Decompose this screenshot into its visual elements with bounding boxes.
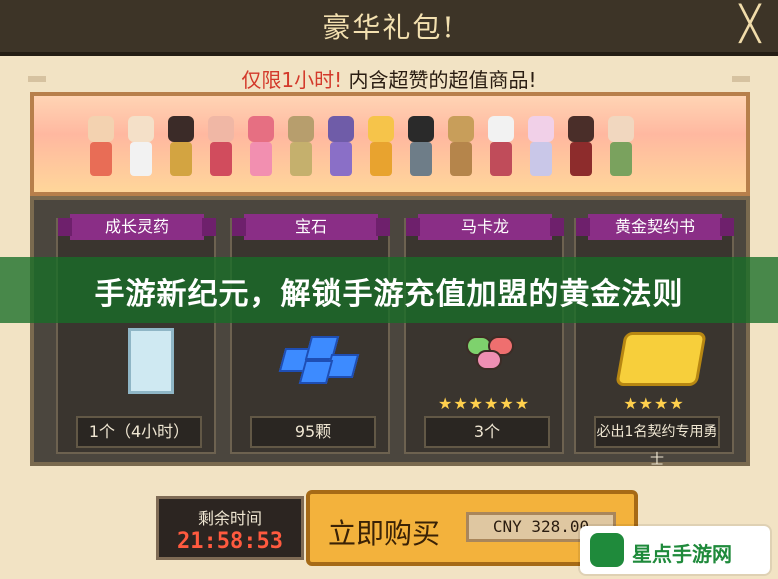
item-quantity: 必出1名契约专用勇士 bbox=[594, 416, 720, 468]
character-row bbox=[84, 116, 704, 190]
dialog-titlebar: 豪华礼包! ╳ bbox=[0, 0, 778, 56]
elixir-icon bbox=[128, 328, 174, 394]
contract-icon bbox=[615, 332, 707, 386]
character bbox=[324, 116, 358, 186]
item-tag: 黄金契约书 bbox=[576, 214, 734, 240]
item-quantity: 95颗 bbox=[250, 416, 376, 448]
item-card-gems: 宝石 95颗 bbox=[230, 214, 390, 454]
item-tag: 宝石 bbox=[232, 214, 390, 240]
subtitle-desc: 内含超赞的超值商品! bbox=[348, 68, 537, 92]
item-card-growth-elixir: 成长灵药 1个（4小时） bbox=[56, 214, 216, 454]
item-card-macaron: 马卡龙 ★★★★★★ 3个 bbox=[404, 214, 564, 454]
rarity-stars: ★★★★ bbox=[623, 394, 685, 413]
watermark-text: 星点手游网 bbox=[632, 542, 732, 566]
timer-value: 21:58:53 bbox=[177, 529, 283, 554]
subtitle-limited: 仅限1小时! bbox=[241, 68, 343, 92]
close-icon[interactable]: ╳ bbox=[732, 6, 768, 42]
overlay-headline-band: 手游新纪元，解锁手游充值加盟的黄金法则 bbox=[0, 257, 778, 323]
character bbox=[444, 116, 478, 186]
character bbox=[364, 116, 398, 186]
character-banner bbox=[30, 92, 750, 196]
item-card-gold-contract: 黄金契约书 ★★★★ 必出1名契约专用勇士 bbox=[574, 214, 734, 468]
character bbox=[404, 116, 438, 186]
character bbox=[484, 116, 518, 186]
character bbox=[284, 116, 318, 186]
buy-label: 立即购买 bbox=[328, 517, 441, 550]
countdown-timer: 剩余时间 21:58:53 bbox=[156, 496, 304, 560]
character bbox=[524, 116, 558, 186]
item-tag: 成长灵药 bbox=[58, 214, 216, 240]
gem-icon bbox=[276, 330, 360, 388]
watermark-logo-icon bbox=[590, 533, 624, 567]
items-panel: 成长灵药 1个（4小时） 宝石 95颗 马卡龙 ★★★★★★ 3个 黄金契约书 … bbox=[30, 196, 750, 468]
site-watermark: 星点手游网 bbox=[580, 526, 770, 574]
macaron-icon bbox=[458, 328, 518, 372]
item-tag: 马卡龙 bbox=[406, 214, 564, 240]
overlay-headline: 手游新纪元，解锁手游充值加盟的黄金法则 bbox=[94, 277, 684, 312]
subtitle-bar: 仅限1小时! 内含超赞的超值商品! bbox=[18, 58, 760, 96]
character bbox=[124, 116, 158, 186]
dialog-title: 豪华礼包! bbox=[322, 11, 456, 44]
character bbox=[84, 116, 118, 186]
item-quantity: 3个 bbox=[424, 416, 550, 448]
item-quantity: 1个（4小时） bbox=[76, 416, 202, 448]
character bbox=[204, 116, 238, 186]
character bbox=[164, 116, 198, 186]
timer-caption: 剩余时间 bbox=[197, 509, 262, 528]
rarity-stars: ★★★★★★ bbox=[437, 394, 531, 413]
character bbox=[604, 116, 638, 186]
character bbox=[244, 116, 278, 186]
subtitle: 仅限1小时! 内含超赞的超值商品! bbox=[18, 64, 760, 93]
character bbox=[564, 116, 598, 186]
gift-pack-dialog: 豪华礼包! ╳ 仅限1小时! 内含超赞的超值商品! 成长灵药 1个（4小时） 宝… bbox=[0, 0, 778, 579]
